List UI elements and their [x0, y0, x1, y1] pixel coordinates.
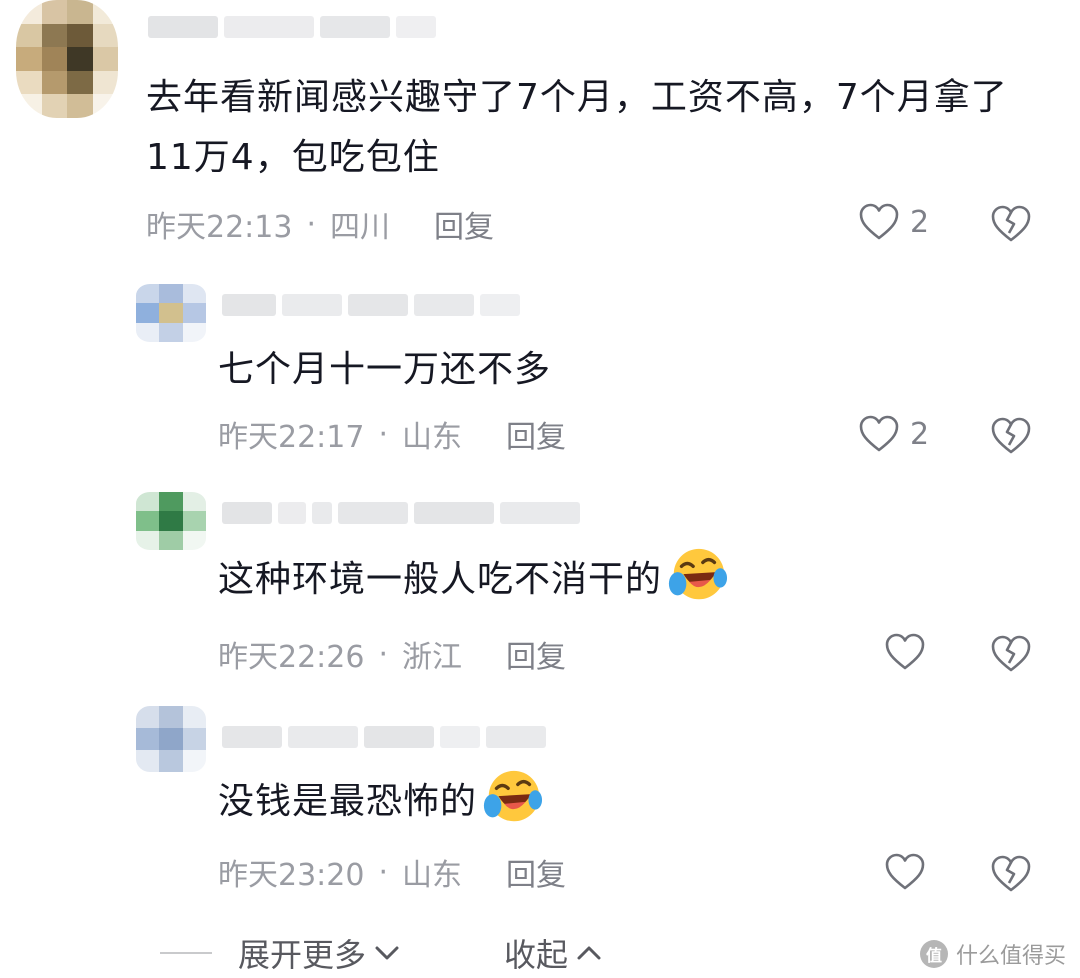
- meta-separator: ·: [378, 854, 389, 890]
- like-button[interactable]: 2: [858, 412, 929, 456]
- comment-meta: 昨天23:20 · 山东 回复: [218, 850, 566, 894]
- replies-footer: 展开更多 收起 值 什么值得买: [0, 920, 1080, 978]
- reply-button[interactable]: 回复: [506, 850, 566, 894]
- meta-separator: ·: [306, 206, 317, 242]
- collapse-button[interactable]: 收起: [504, 930, 602, 976]
- laughing-crying-emoji-icon: [668, 548, 728, 600]
- meta-separator: ·: [378, 416, 389, 452]
- comment-meta: 昨天22:13 · 四川 回复: [146, 202, 494, 246]
- comment-meta: 昨天22:26 · 浙江 回复: [218, 632, 566, 676]
- expand-more-button[interactable]: 展开更多: [238, 930, 400, 976]
- broken-heart-icon[interactable]: [990, 852, 1032, 896]
- like-button[interactable]: [884, 850, 926, 894]
- comment-location: 山东: [402, 420, 463, 455]
- reply-button[interactable]: 回复: [506, 412, 566, 456]
- avatar[interactable]: [136, 284, 206, 342]
- avatar[interactable]: [136, 492, 206, 550]
- like-button[interactable]: [884, 630, 926, 674]
- footer-divider: [160, 952, 212, 954]
- like-count: 2: [910, 204, 930, 240]
- comment-meta: 昨天22:17 · 山东 回复: [218, 412, 566, 456]
- comment-location: 山东: [402, 858, 463, 893]
- broken-heart-icon[interactable]: [990, 414, 1032, 458]
- laughing-crying-emoji-icon: [483, 770, 543, 822]
- nickname-blurred[interactable]: [222, 724, 546, 750]
- comment-time: 昨天22:26: [218, 640, 365, 675]
- broken-heart-icon[interactable]: [990, 202, 1032, 246]
- comment-text-content: 这种环境一般人吃不消干的: [218, 559, 663, 600]
- comment-time: 昨天23:20: [218, 858, 365, 893]
- expand-more-label: 展开更多: [238, 936, 367, 974]
- heart-outline-icon: [885, 633, 925, 670]
- broken-heart-icon[interactable]: [990, 632, 1032, 676]
- watermark-logo-icon: 值: [919, 940, 948, 968]
- comment-time: 昨天22:17: [218, 420, 365, 455]
- heart-outline-icon: [859, 203, 899, 240]
- comment-text: 七个月十一万还不多: [218, 349, 552, 390]
- like-button[interactable]: 2: [858, 200, 929, 244]
- heart-outline-icon: [859, 415, 899, 452]
- reply-button[interactable]: 回复: [506, 632, 566, 676]
- chevron-up-icon: [577, 946, 601, 960]
- nickname-blurred[interactable]: [222, 292, 520, 318]
- avatar[interactable]: [136, 706, 206, 772]
- watermark: 值 什么值得买: [919, 938, 1066, 970]
- comment-text: 没钱是最恐怖的: [218, 770, 543, 832]
- nickname-blurred[interactable]: [222, 500, 580, 526]
- comment-location: 浙江: [402, 640, 463, 675]
- comment-text-content: 没钱是最恐怖的: [218, 781, 478, 822]
- heart-outline-icon: [885, 853, 925, 890]
- comment-location: 四川: [330, 210, 391, 245]
- comment-time: 昨天22:13: [146, 210, 293, 245]
- avatar[interactable]: [16, 0, 118, 118]
- comment-text: 这种环境一般人吃不消干的: [218, 548, 728, 610]
- comment-text: 去年看新闻感兴趣守了7个月，工资不高，7个月拿了11万4，包吃包住: [146, 77, 1008, 178]
- like-count: 2: [910, 416, 930, 452]
- watermark-text: 什么值得买: [955, 944, 1066, 969]
- reply-button[interactable]: 回复: [434, 202, 494, 246]
- nickname-blurred[interactable]: [148, 14, 436, 40]
- collapse-label: 收起: [504, 936, 569, 974]
- chevron-down-icon: [375, 946, 399, 960]
- meta-separator: ·: [378, 636, 389, 672]
